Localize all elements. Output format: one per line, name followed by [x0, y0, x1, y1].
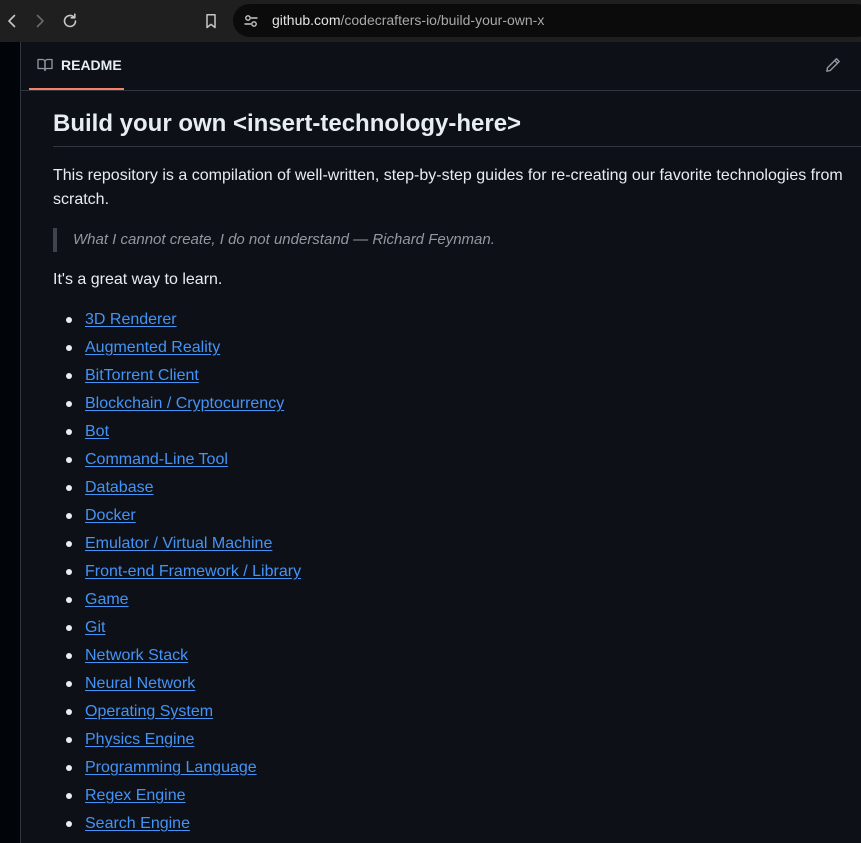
list-item: Augmented Reality [65, 336, 301, 364]
topic-link[interactable]: Regex Engine [85, 787, 186, 804]
list-item: Operating System [65, 700, 301, 728]
topic-link[interactable]: Physics Engine [85, 731, 194, 748]
learn-paragraph: It's a great way to learn. [53, 271, 223, 288]
reload-icon [63, 13, 77, 28]
topic-link[interactable]: Search Engine [85, 815, 190, 832]
intro-paragraph: This repository is a compilation of well… [53, 167, 843, 208]
topic-link[interactable]: Neural Network [85, 675, 195, 692]
list-item: Bot [65, 420, 301, 448]
address-bar[interactable]: github.com/codecrafters-io/build-your-ow… [233, 4, 861, 37]
list-item: Programming Language [65, 756, 301, 784]
topic-link[interactable]: Network Stack [85, 647, 188, 664]
tab-readme-label: README [61, 57, 122, 73]
list-item: BitTorrent Client [65, 364, 301, 392]
readme-header: README [21, 42, 861, 91]
topic-link[interactable]: Docker [85, 507, 136, 524]
list-item: Front-end Framework / Library [65, 560, 301, 588]
url-text[interactable]: github.com/codecrafters-io/build-your-ow… [272, 12, 544, 29]
forward-button[interactable] [28, 9, 52, 33]
topic-link[interactable]: Augmented Reality [85, 339, 220, 356]
readme-title: Build your own <insert-technology-here> [53, 108, 861, 147]
list-item: Network Stack [65, 644, 301, 672]
bookmark-icon [206, 14, 216, 29]
site-settings-icon[interactable] [243, 13, 259, 29]
topic-link[interactable]: Database [85, 479, 154, 496]
url-domain: github.com [272, 12, 341, 28]
list-item: Emulator / Virtual Machine [65, 532, 301, 560]
left-rail [0, 42, 21, 843]
tab-readme[interactable]: README [29, 42, 124, 90]
edit-readme-button[interactable] [825, 57, 843, 75]
chevron-left-icon [8, 14, 16, 28]
topic-link[interactable]: Game [85, 591, 129, 608]
feynman-quote: What I cannot create, I do not understan… [53, 228, 495, 252]
topic-link[interactable]: Front-end Framework / Library [85, 563, 301, 580]
list-item: Git [65, 616, 301, 644]
list-item: Search Engine [65, 812, 301, 840]
topic-list: 3D Renderer Augmented Reality BitTorrent… [53, 308, 301, 840]
readme-panel: README Build your own <insert-technology… [21, 42, 861, 843]
list-item: Command-Line Tool [65, 448, 301, 476]
list-item: Docker [65, 504, 301, 532]
topic-link[interactable]: Emulator / Virtual Machine [85, 535, 272, 552]
back-button[interactable] [0, 9, 24, 33]
browser-toolbar: github.com/codecrafters-io/build-your-ow… [0, 0, 861, 42]
reload-button[interactable] [58, 9, 82, 33]
page: README Build your own <insert-technology… [0, 42, 861, 843]
list-item: Game [65, 588, 301, 616]
topic-link[interactable]: 3D Renderer [85, 311, 177, 328]
pencil-icon [826, 58, 840, 72]
list-item: Regex Engine [65, 784, 301, 812]
list-item: 3D Renderer [65, 308, 301, 336]
list-item: Blockchain / Cryptocurrency [65, 392, 301, 420]
topic-link[interactable]: Git [85, 619, 105, 636]
topic-link[interactable]: Blockchain / Cryptocurrency [85, 395, 284, 412]
topic-link[interactable]: Operating System [85, 703, 213, 720]
topic-link[interactable]: BitTorrent Client [85, 367, 199, 384]
book-icon [37, 58, 53, 72]
topic-link[interactable]: Command-Line Tool [85, 451, 228, 468]
list-item: Physics Engine [65, 728, 301, 756]
list-item: Neural Network [65, 672, 301, 700]
topic-link[interactable]: Bot [85, 423, 109, 440]
url-path: /codecrafters-io/build-your-own-x [340, 12, 545, 28]
bookmark-button[interactable] [199, 9, 223, 33]
list-item: Database [65, 476, 301, 504]
chevron-right-icon [36, 14, 44, 28]
topic-link[interactable]: Programming Language [85, 759, 257, 776]
